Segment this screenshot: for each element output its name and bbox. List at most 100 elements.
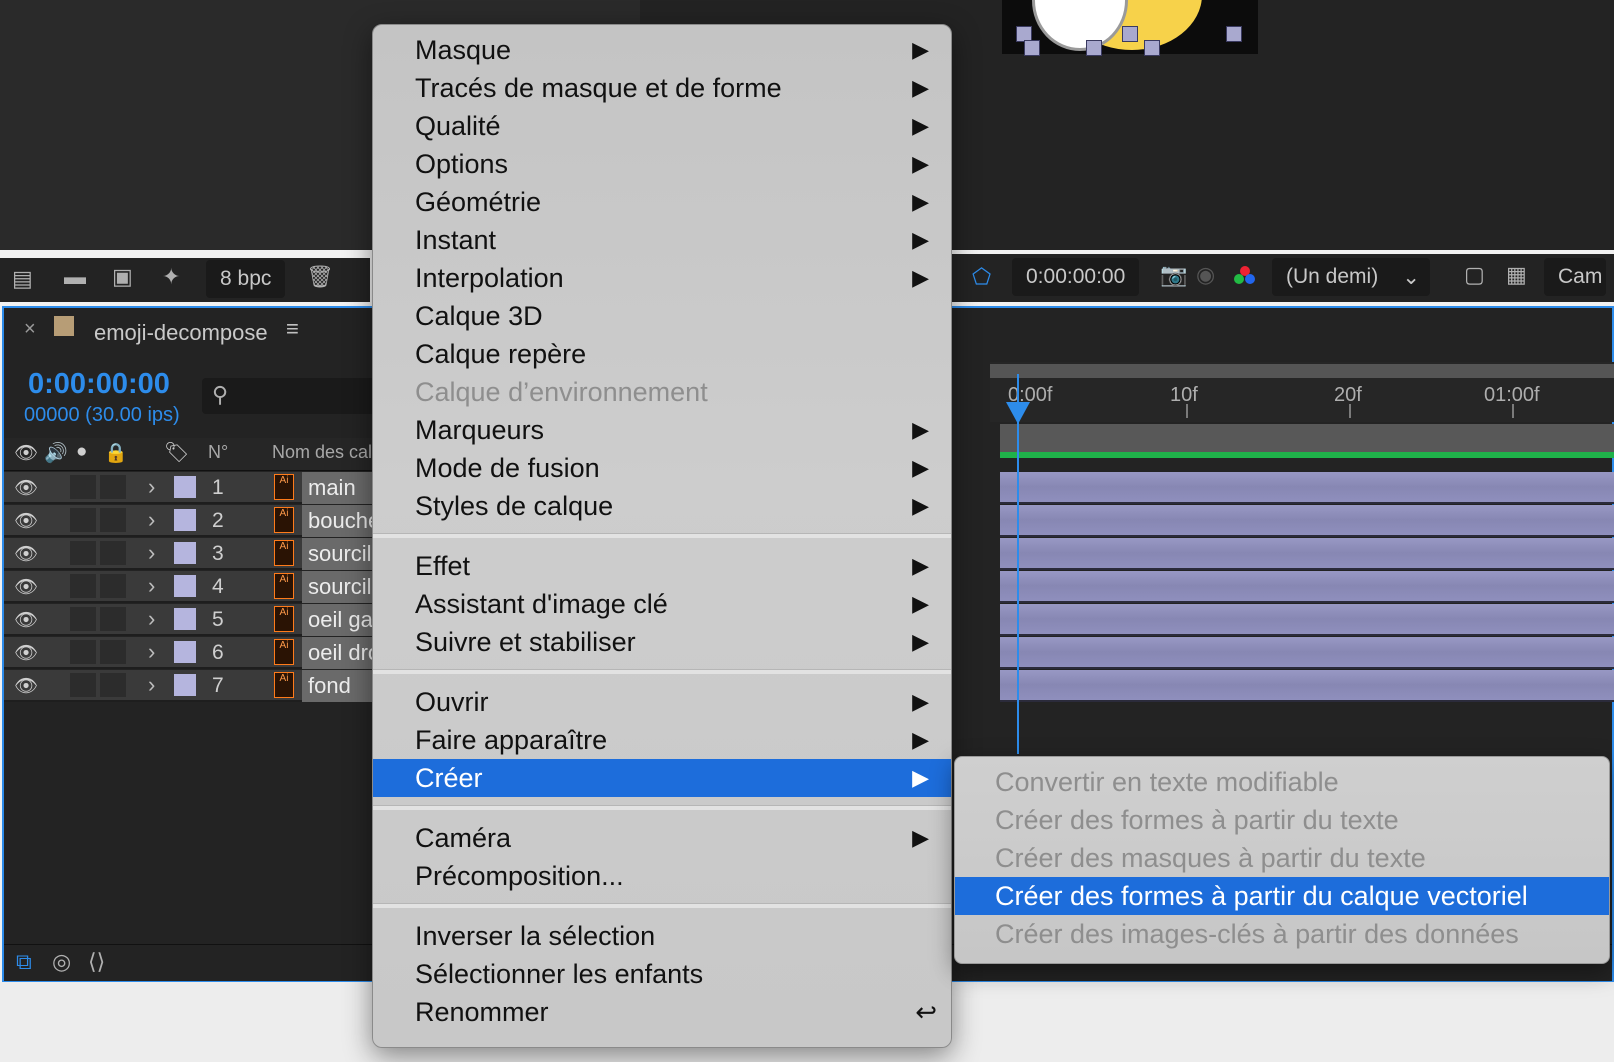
- solo-toggle[interactable]: [70, 640, 96, 664]
- eye-icon[interactable]: 👁: [14, 641, 38, 665]
- show-snapshot-icon[interactable]: ◉: [1196, 262, 1215, 288]
- time-navigator-bar[interactable]: [990, 364, 1614, 378]
- eye-icon[interactable]: 👁: [14, 608, 38, 632]
- eye-icon[interactable]: 👁: [14, 575, 38, 599]
- transform-handle[interactable]: [1144, 40, 1160, 56]
- work-area-bar[interactable]: [1000, 424, 1614, 452]
- solo-toggle[interactable]: [70, 607, 96, 631]
- layer-duration-bar[interactable]: [1000, 571, 1614, 603]
- panel-menu-icon[interactable]: ≡: [286, 316, 299, 342]
- lock-toggle[interactable]: [100, 475, 126, 499]
- menu-item-calque-3d[interactable]: Calque 3D: [373, 297, 951, 335]
- playhead-line[interactable]: [1017, 374, 1019, 754]
- label-color-swatch[interactable]: [174, 575, 196, 597]
- label-color-swatch[interactable]: [174, 674, 196, 696]
- eye-column-icon[interactable]: 👁: [14, 441, 38, 465]
- chevron-right-icon[interactable]: ›: [148, 639, 155, 665]
- chevron-right-icon[interactable]: ›: [148, 474, 155, 500]
- menu-item-inverser-selection[interactable]: Inverser la sélection: [373, 917, 951, 955]
- layer-row[interactable]: 👁 › 1 Ai main: [4, 472, 382, 504]
- new-folder-icon[interactable]: ▬: [64, 264, 86, 290]
- bit-depth-button[interactable]: 8 bpc: [206, 260, 286, 298]
- comp-tab-name[interactable]: emoji-decompose: [94, 320, 268, 346]
- transform-handle[interactable]: [1226, 26, 1242, 42]
- menu-item-geometrie[interactable]: Géométrie ▶: [373, 183, 951, 221]
- menu-item-options[interactable]: Options ▶: [373, 145, 951, 183]
- lock-toggle[interactable]: [100, 508, 126, 532]
- solo-toggle[interactable]: [70, 673, 96, 697]
- layer-duration-bar[interactable]: [1000, 505, 1614, 537]
- eye-icon[interactable]: 👁: [14, 476, 38, 500]
- chevron-right-icon[interactable]: ›: [148, 672, 155, 698]
- lock-toggle[interactable]: [100, 640, 126, 664]
- layer-duration-bar[interactable]: [1000, 604, 1614, 636]
- lock-toggle[interactable]: [100, 673, 126, 697]
- layer-duration-bar[interactable]: [1000, 670, 1614, 702]
- transform-handle[interactable]: [1024, 40, 1040, 56]
- layer-row[interactable]: 👁 › 7 Ai fond: [4, 670, 382, 702]
- layer-name-header[interactable]: Nom des calques: [272, 442, 372, 463]
- region-of-interest-icon[interactable]: ▢: [1464, 262, 1485, 288]
- label-color-swatch[interactable]: [174, 476, 196, 498]
- menu-item-camera[interactable]: Caméra ▶: [373, 819, 951, 857]
- current-time-display[interactable]: 0:00:00:00: [28, 368, 170, 401]
- snapshot-camera-icon[interactable]: 📷: [1160, 262, 1187, 288]
- menu-item-assistant[interactable]: Assistant d'image clé ▶: [373, 585, 951, 623]
- layer-row[interactable]: 👁 › 5 Ai oeil gauche: [4, 604, 382, 636]
- menu-item-creer[interactable]: Créer ▶: [373, 759, 951, 797]
- solo-toggle[interactable]: [70, 475, 96, 499]
- menu-item-faire-apparaitre[interactable]: Faire apparaître ▶: [373, 721, 951, 759]
- menu-item-suivre[interactable]: Suivre et stabiliser ▶: [373, 623, 951, 661]
- interpret-footage-icon[interactable]: ▤: [12, 266, 33, 292]
- menu-item-precomposition[interactable]: Précomposition...: [373, 857, 951, 895]
- solo-toggle[interactable]: [70, 508, 96, 532]
- chevron-right-icon[interactable]: ›: [148, 507, 155, 533]
- chevron-right-icon[interactable]: ›: [148, 540, 155, 566]
- transform-handle[interactable]: [1086, 40, 1102, 56]
- menu-item-interpolation[interactable]: Interpolation ▶: [373, 259, 951, 297]
- menu-item-effet[interactable]: Effet ▶: [373, 547, 951, 585]
- audio-column-icon[interactable]: 🔊: [44, 441, 68, 465]
- label-color-swatch[interactable]: [174, 641, 196, 663]
- menu-item-qualite[interactable]: Qualité ▶: [373, 107, 951, 145]
- trash-icon[interactable]: 🗑: [306, 264, 334, 290]
- chevron-right-icon[interactable]: ›: [148, 606, 155, 632]
- menu-item-traces[interactable]: Tracés de masque et de forme ▶: [373, 69, 951, 107]
- layer-row[interactable]: 👁 › 6 Ai oeil droit: [4, 637, 382, 669]
- chevron-right-icon[interactable]: ›: [148, 573, 155, 599]
- menu-item-instant[interactable]: Instant ▶: [373, 221, 951, 259]
- label-tag-icon[interactable]: 🏷: [164, 440, 189, 465]
- menu-item-ouvrir[interactable]: Ouvrir ▶: [373, 683, 951, 721]
- solo-toggle[interactable]: [70, 541, 96, 565]
- resolution-dropdown[interactable]: (Un demi) ⌄: [1272, 258, 1430, 296]
- layer-name[interactable]: sourcil droit: [302, 571, 382, 603]
- composition-preview[interactable]: [1002, 0, 1258, 56]
- lock-column-icon[interactable]: 🔒: [104, 441, 128, 465]
- lock-toggle[interactable]: [100, 574, 126, 598]
- transform-handle[interactable]: [1122, 26, 1138, 42]
- eye-icon[interactable]: 👁: [14, 542, 38, 566]
- lock-toggle[interactable]: [100, 541, 126, 565]
- channel-rgb-icon[interactable]: [1234, 266, 1256, 288]
- label-color-swatch[interactable]: [174, 608, 196, 630]
- solo-column-icon[interactable]: ●: [76, 441, 87, 463]
- label-color-swatch[interactable]: [174, 542, 196, 564]
- render-queue-icon[interactable]: ✦: [162, 264, 180, 290]
- layer-row[interactable]: 👁 › 2 Ai bouche: [4, 505, 382, 537]
- camera-dropdown[interactable]: Cam: [1544, 258, 1607, 296]
- new-composition-icon[interactable]: ▣: [112, 264, 133, 290]
- layer-row[interactable]: 👁 › 3 Ai sourcil gauche: [4, 538, 382, 570]
- layer-duration-bar[interactable]: [1000, 472, 1614, 504]
- layer-duration-bar[interactable]: [1000, 538, 1614, 570]
- submenu-item-formes-calque-vectoriel[interactable]: Créer des formes à partir du calque vect…: [955, 877, 1609, 915]
- transparency-grid-icon[interactable]: ▦: [1506, 262, 1527, 288]
- menu-item-mode-fusion[interactable]: Mode de fusion ▶: [373, 449, 951, 487]
- solo-toggle[interactable]: [70, 574, 96, 598]
- layer-name[interactable]: oeil gauche: [302, 604, 382, 636]
- menu-item-styles-calque[interactable]: Styles de calque ▶: [373, 487, 951, 525]
- viewer-timecode[interactable]: 0:00:00:00: [1012, 258, 1140, 296]
- eye-icon[interactable]: 👁: [14, 674, 38, 698]
- menu-item-masque[interactable]: Masque ▶: [373, 31, 951, 69]
- playhead-handle[interactable]: [1006, 402, 1030, 424]
- toggle-switches-icon[interactable]: ◎: [52, 949, 71, 975]
